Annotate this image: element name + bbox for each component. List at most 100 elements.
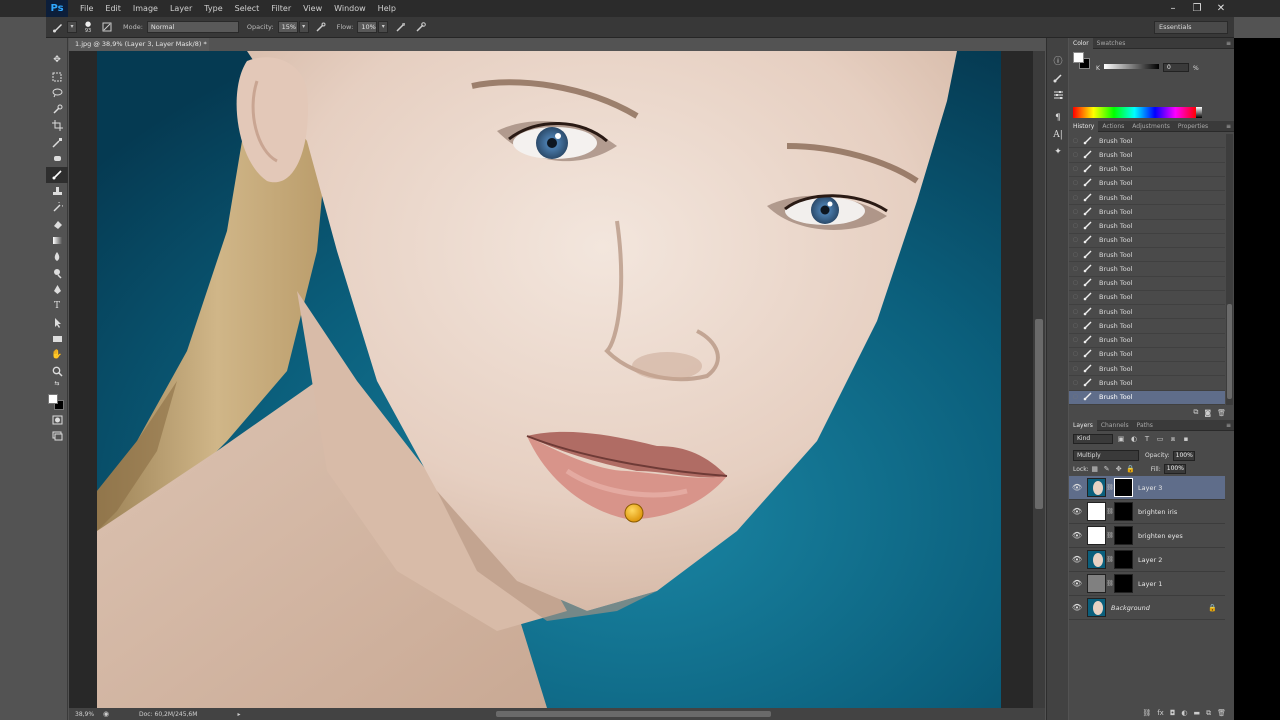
menu-layer[interactable]: Layer [164,0,198,17]
tab-history[interactable]: History [1069,120,1099,132]
styles-panel-icon[interactable]: ✦ [1047,143,1069,160]
visibility-eye-icon[interactable]: 👁 [1069,555,1085,564]
layer-row[interactable]: 👁 ⛓ brighten eyes [1069,524,1225,548]
history-snapshot-source-icon[interactable]: ▢ [1073,280,1083,286]
layer-locked-icon[interactable]: 🔒 [1208,604,1217,612]
status-menu-arrow-icon[interactable]: ▸ [237,711,240,718]
color-ramp[interactable] [1073,107,1196,118]
canvas-horizontal-scroll-thumb[interactable] [496,711,771,717]
menu-type[interactable]: Type [198,0,228,17]
lock-all-icon[interactable]: 🔒 [1125,465,1137,473]
rectangle-tool-icon[interactable] [46,331,68,347]
menu-select[interactable]: Select [229,0,266,17]
history-state[interactable]: ▢ Brush Tool [1069,376,1225,391]
history-scroll-thumb[interactable] [1227,304,1232,399]
layer-opacity-field[interactable]: 100% [1172,450,1195,461]
layers-panel-menu-icon[interactable]: ≡ [1226,422,1231,429]
eraser-tool-icon[interactable] [46,216,68,232]
character-panel-icon[interactable]: A| [1047,126,1069,143]
airbrush-icon[interactable] [392,19,408,35]
filter-adjustment-icon[interactable]: ◐ [1129,435,1139,443]
mode-select[interactable]: Normal [146,21,239,33]
history-snapshot-source-icon[interactable]: ▢ [1073,394,1083,400]
history-panel-menu-icon[interactable]: ≡ [1226,123,1231,130]
color-panel-foreground-swatch[interactable] [1073,52,1084,63]
tab-layers[interactable]: Layers [1069,419,1097,431]
blur-tool-icon[interactable] [46,249,68,265]
canvas-vertical-scrollbar[interactable] [1033,51,1045,708]
delete-layer-icon[interactable]: 🗑 [1217,709,1226,717]
menu-image[interactable]: Image [127,0,164,17]
gradient-tool-icon[interactable] [46,232,68,248]
history-snapshot-source-icon[interactable]: ▢ [1073,366,1083,372]
tab-paths[interactable]: Paths [1133,420,1157,431]
canvas-vertical-scroll-thumb[interactable] [1035,319,1043,509]
history-state[interactable]: ▢ Brush Tool [1069,362,1225,377]
zoom-tool-icon[interactable] [46,363,68,379]
layer-style-icon[interactable]: fx [1157,709,1164,717]
add-mask-icon[interactable]: ◘ [1170,709,1176,717]
image-canvas[interactable] [97,51,1001,708]
workspace-select[interactable]: Essentials [1154,21,1228,34]
pressure-opacity-icon[interactable] [313,19,329,35]
layer-thumbnail[interactable] [1087,598,1106,617]
new-group-icon[interactable]: ▬ [1193,709,1200,717]
layer-thumbnail[interactable] [1087,478,1106,497]
history-state[interactable]: ▢ Brush Tool [1069,177,1225,191]
history-snapshot-source-icon[interactable]: ▢ [1073,266,1083,272]
layer-row[interactable]: 👁 Background 🔒 [1069,596,1225,620]
filter-pixel-icon[interactable]: ▣ [1116,435,1126,443]
quick-mask-icon[interactable] [46,412,68,428]
opacity-caret-icon[interactable]: ▾ [298,21,309,33]
clone-stamp-tool-icon[interactable] [46,183,68,199]
eyedropper-tool-icon[interactable] [46,134,68,150]
history-snapshot-source-icon[interactable]: ▢ [1073,351,1083,357]
history-state[interactable]: ▢ Brush Tool [1069,248,1225,263]
link-layers-icon[interactable]: ⛓ [1142,709,1151,717]
lock-position-icon[interactable]: ✥ [1113,465,1125,473]
tab-properties[interactable]: Properties [1174,121,1212,132]
history-snapshot-source-icon[interactable]: ▢ [1073,166,1083,172]
new-layer-icon[interactable]: ⧉ [1206,709,1211,718]
lock-pixels-icon[interactable]: ✎ [1101,465,1113,473]
visibility-eye-icon[interactable]: 👁 [1069,579,1085,588]
marquee-tool-icon[interactable] [46,68,68,84]
history-snapshot-source-icon[interactable]: ▢ [1073,195,1083,201]
history-snapshot-source-icon[interactable]: ▢ [1073,337,1083,343]
mask-link-icon[interactable]: ⛓ [1106,556,1114,563]
menu-filter[interactable]: Filter [265,0,297,17]
crop-tool-icon[interactable] [46,118,68,134]
history-state[interactable]: ▢ Brush Tool [1069,163,1225,177]
history-state[interactable]: ▢ Brush Tool [1069,319,1225,334]
history-snapshot-source-icon[interactable]: ▢ [1073,209,1083,215]
history-snapshot-source-icon[interactable]: ▢ [1073,294,1083,300]
history-snapshot-source-icon[interactable]: ▢ [1073,252,1083,258]
dodge-tool-icon[interactable] [46,265,68,281]
layer-row[interactable]: 👁 ⛓ Layer 3 [1069,476,1225,500]
history-state[interactable]: ▢ Brush Tool [1069,390,1225,405]
history-state[interactable]: ▢ Brush Tool [1069,134,1225,149]
k-channel-slider[interactable] [1104,64,1159,69]
new-adjustment-layer-icon[interactable]: ◐ [1181,709,1187,717]
lock-transparency-icon[interactable]: ▦ [1089,465,1101,473]
history-state[interactable]: ▢ Brush Tool [1069,348,1225,362]
history-snapshot-source-icon[interactable]: ▢ [1073,152,1083,158]
history-state[interactable]: ▢ Brush Tool [1069,291,1225,305]
path-selection-tool-icon[interactable] [46,314,68,330]
layer-thumbnail[interactable] [1087,574,1106,593]
menu-edit[interactable]: Edit [99,0,127,17]
layer-kind-select[interactable]: Kind [1073,434,1113,444]
filter-smart-object-icon[interactable]: ⧈ [1168,435,1178,444]
mask-link-icon[interactable]: ⛓ [1106,532,1114,539]
flow-caret-icon[interactable]: ▾ [378,21,389,33]
visibility-eye-icon[interactable]: 👁 [1069,507,1085,516]
history-snapshot-source-icon[interactable]: ▢ [1073,380,1083,386]
history-snapshot-source-icon[interactable]: ▢ [1073,237,1083,243]
menu-help[interactable]: Help [372,0,402,17]
history-state[interactable]: ▢ Brush Tool [1069,277,1225,291]
tab-color[interactable]: Color [1069,37,1093,49]
delete-state-icon[interactable]: 🗑 [1217,409,1226,417]
opacity-field[interactable]: 15% [277,21,298,33]
foreground-color-swatch[interactable] [48,393,58,404]
zoom-level[interactable]: 38,9% [75,711,99,718]
